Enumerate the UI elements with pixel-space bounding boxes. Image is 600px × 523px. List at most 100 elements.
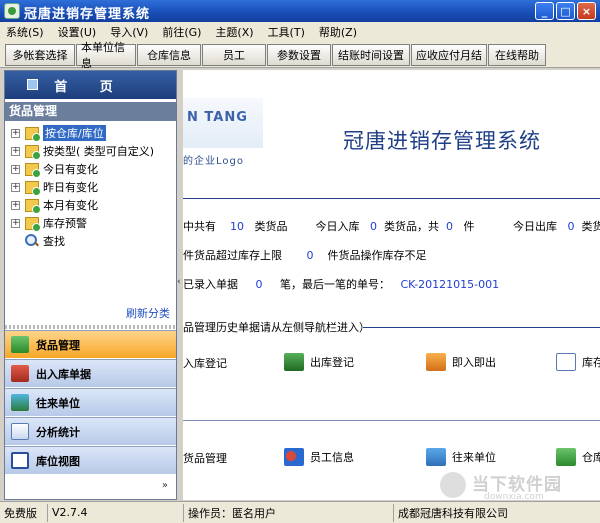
toolbar: 多帐套选择 本单位信息 仓库信息 员工 参数设置 结账时间设置 应收应付月结 在… <box>0 41 600 70</box>
goods-icon <box>11 336 29 353</box>
users-icon <box>284 448 304 466</box>
minimize-button[interactable]: _ <box>535 2 554 20</box>
tree-item-by-warehouse[interactable]: + 按仓库/库位 <box>11 124 171 142</box>
nav-goods-management[interactable]: 货品管理 <box>5 330 176 358</box>
chevron-down-icon[interactable]: » <box>162 480 168 491</box>
online-help-button[interactable]: 在线帮助 <box>488 43 546 66</box>
partners-icon <box>11 394 29 411</box>
expand-icon[interactable]: + <box>11 164 20 174</box>
panel-title: 货品管理 <box>5 102 176 121</box>
operator-label: 操作员：匿名用户 <box>184 503 394 522</box>
tree-item-today[interactable]: + 今日有变化 <box>11 160 171 178</box>
warehouse-info-button[interactable]: 仓库信息 <box>137 43 201 66</box>
goods-management-link[interactable]: 货品管理 <box>183 450 227 466</box>
company-label: 成都冠唐科技有限公司 <box>398 506 508 520</box>
title-bar: 冠唐进销存管理系统 _ □ × <box>0 0 600 22</box>
nav-label: 往来单位 <box>36 396 80 410</box>
stock-in-register-link[interactable]: 入库登记 <box>183 355 227 371</box>
tree-item-by-type[interactable]: + 按类型( 类型可自定义) <box>11 142 171 160</box>
swap-icon <box>426 353 446 371</box>
logo-text: N TANG <box>187 110 248 125</box>
staff-info-link[interactable]: 员工信息 <box>284 448 354 466</box>
tree-item-label: 本月有变化 <box>43 199 98 212</box>
parameter-settings-button[interactable]: 参数设置 <box>267 43 331 66</box>
expand-icon[interactable]: + <box>11 128 20 138</box>
watermark-logo-icon <box>440 472 466 498</box>
warehouse-link[interactable]: 仓库 <box>556 448 600 466</box>
tree-item-this-month[interactable]: + 本月有变化 <box>11 196 171 214</box>
monthly-settlement-button[interactable]: 应收应付月结 <box>411 43 487 66</box>
divider <box>183 420 600 421</box>
nav-partners[interactable]: 往来单位 <box>5 388 176 416</box>
grid-icon <box>11 452 29 469</box>
system-title: 冠唐进销存管理系统 <box>343 129 541 153</box>
instant-in-out-link[interactable]: 即入即出 <box>426 353 496 371</box>
action-label: 往来单位 <box>452 451 496 464</box>
stats-line-1: 中共有 10 类货品 今日入库 0 类货品，共 0 件 今日出库 0 类货品 <box>183 220 600 233</box>
status-bar: 免费版 V2.7.4 操作员：匿名用户 成都冠唐科技有限公司 <box>0 501 600 523</box>
truck-icon <box>11 365 29 382</box>
search-icon <box>25 234 39 248</box>
left-panel: 首 页 货品管理 + 按仓库/库位 + 按类型( 类型可自定义) + 今日有变化… <box>4 70 177 500</box>
action-label: 库存 <box>582 356 600 369</box>
folder-icon <box>25 126 41 142</box>
expand-icon[interactable]: + <box>11 218 20 228</box>
app-icon <box>4 3 20 19</box>
nav-label: 分析统计 <box>36 425 80 439</box>
inventory-link[interactable]: 库存 <box>556 353 600 371</box>
folder-icon <box>25 162 41 178</box>
edition-label: 免费版 <box>0 503 48 522</box>
menu-tools[interactable]: 工具(T) <box>268 24 305 40</box>
refresh-categories-link[interactable]: 刷新分类 <box>126 305 170 321</box>
action-label: 员工信息 <box>310 451 354 464</box>
maximize-button[interactable]: □ <box>556 2 575 20</box>
nav-label: 库位视图 <box>36 454 80 468</box>
chevron-left-icon[interactable]: ‹ <box>177 277 181 287</box>
expand-icon[interactable]: + <box>11 182 20 192</box>
tree-item-label: 昨日有变化 <box>43 181 98 194</box>
tree-item-search[interactable]: 查找 <box>11 232 171 250</box>
action-label: 仓库 <box>582 451 600 464</box>
stats-line-2: 件货品超过库存上限 0 件货品操作库存不足 <box>183 249 427 262</box>
close-button[interactable]: × <box>577 2 596 20</box>
action-label: 货品管理 <box>183 452 227 465</box>
truck-icon <box>284 353 304 371</box>
partner-units-link[interactable]: 往来单位 <box>426 448 496 466</box>
tree-item-label: 库存预警 <box>43 217 87 230</box>
main-area: N TANG 的企业Logo 冠唐进销存管理系统 中共有 10 类货品 今日入库… <box>183 70 600 500</box>
stats-line-3: 已录入单据 0 笔，最后一笔的单号： CK-20121015-001 <box>183 278 500 291</box>
tree-item-yesterday[interactable]: + 昨日有变化 <box>11 178 171 196</box>
divider <box>183 198 600 199</box>
checklist-icon <box>556 353 576 371</box>
tree-item-label: 按类型( 类型可自定义) <box>43 145 155 158</box>
menu-goto[interactable]: 前往(G) <box>162 24 201 40</box>
nav-stock-documents[interactable]: 出入库单据 <box>5 359 176 387</box>
expand-icon[interactable]: + <box>11 200 20 210</box>
expand-icon[interactable]: + <box>11 146 20 156</box>
menu-help[interactable]: 帮助(Z) <box>319 24 357 40</box>
action-label: 入库登记 <box>183 357 227 370</box>
menu-system[interactable]: 系统(S) <box>6 24 44 40</box>
nav-analysis[interactable]: 分析统计 <box>5 417 176 445</box>
category-tree: + 按仓库/库位 + 按类型( 类型可自定义) + 今日有变化 + 昨日有变化 … <box>11 124 171 250</box>
window-title: 冠唐进销存管理系统 <box>24 7 151 22</box>
stock-out-register-link[interactable]: 出库登记 <box>284 353 354 371</box>
multi-account-button[interactable]: 多帐套选择 <box>5 43 75 66</box>
tree-item-label: 查找 <box>43 235 65 248</box>
nav-label: 货品管理 <box>36 338 80 352</box>
staff-button[interactable]: 员工 <box>202 43 266 66</box>
logo-caption: 的企业Logo <box>183 156 244 167</box>
nav-location-view[interactable]: 库位视图 <box>5 446 176 474</box>
company-info-button[interactable]: 本单位信息 <box>76 41 136 70</box>
panel-resize-grip[interactable] <box>5 325 176 329</box>
closing-time-button[interactable]: 结账时间设置 <box>332 43 410 66</box>
folder-icon <box>25 144 41 160</box>
tree-item-label: 按仓库/库位 <box>43 125 106 141</box>
folder-icon <box>25 216 41 232</box>
divider <box>363 327 600 328</box>
tree-item-stock-warning[interactable]: + 库存预警 <box>11 214 171 232</box>
menu-theme[interactable]: 主题(X) <box>215 24 253 40</box>
tree-item-label: 今日有变化 <box>43 163 98 176</box>
home-button[interactable]: 首 页 <box>5 71 176 99</box>
